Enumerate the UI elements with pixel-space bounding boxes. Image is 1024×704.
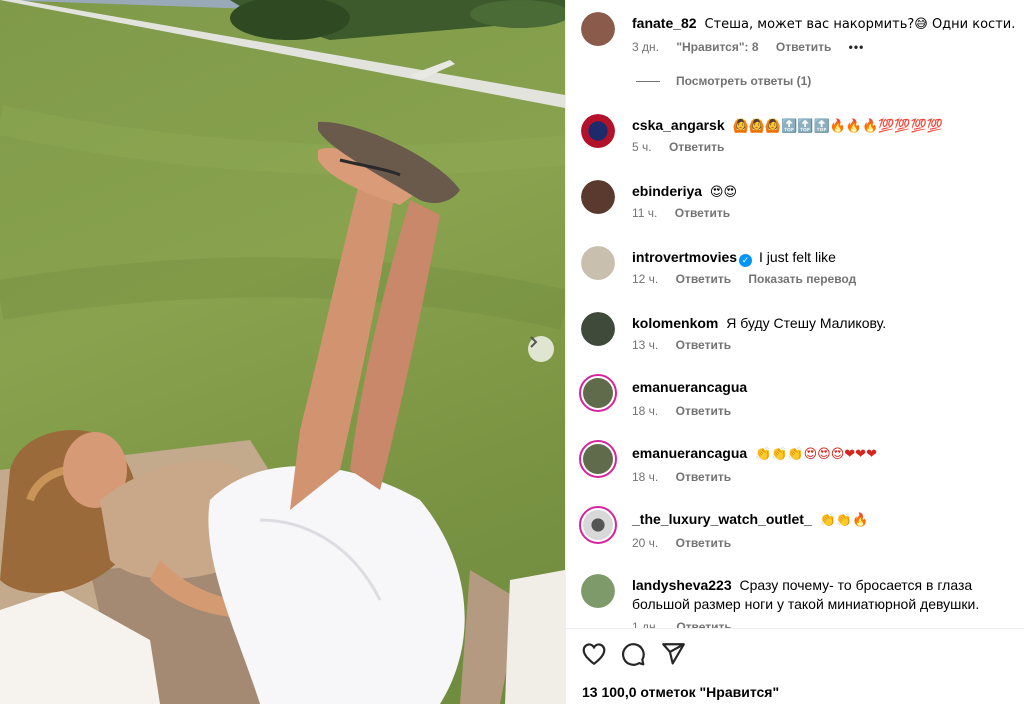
comment-text: Я буду Стешу Маликову. xyxy=(726,315,887,331)
comment-username[interactable]: introvertmovies xyxy=(632,249,737,265)
comment-text: Стеша, может вас накормить?😅 Одни кости. xyxy=(704,17,1016,32)
reply-button[interactable]: Ответить xyxy=(676,620,731,628)
verified-badge-icon: ✓ xyxy=(739,254,753,267)
comment-list[interactable]: fanate_82 Стеша, может вас накормить?😅 О… xyxy=(566,0,1024,628)
share-button[interactable] xyxy=(660,641,688,669)
comment-meta: 1 дн. Ответить xyxy=(632,620,746,628)
like-button[interactable] xyxy=(581,641,609,669)
avatar[interactable] xyxy=(581,574,615,608)
share-icon xyxy=(662,643,685,665)
reply-button[interactable]: Ответить xyxy=(676,338,731,352)
comment-username[interactable]: kolomenkom xyxy=(632,315,718,331)
comment-meta: 3 дн. "Нравится": 8 Ответить ••• xyxy=(632,40,878,54)
avatar[interactable] xyxy=(579,506,617,544)
comment-time: 12 ч. xyxy=(632,272,659,286)
post-photo[interactable] xyxy=(0,0,565,704)
photo-illustration xyxy=(0,0,565,704)
comment-username[interactable]: cska_angarsk xyxy=(632,117,725,133)
reply-button[interactable]: Ответить xyxy=(676,536,731,550)
translate-button[interactable]: Показать перевод xyxy=(748,272,856,286)
comment-time: 5 ч. xyxy=(632,140,652,154)
comment-meta: 18 ч. Ответить xyxy=(632,404,745,418)
reply-button[interactable]: Ответить xyxy=(776,40,831,54)
avatar[interactable] xyxy=(581,114,615,148)
heart-icon xyxy=(582,643,606,666)
avatar[interactable] xyxy=(579,440,617,478)
view-replies-button[interactable]: Посмотреть ответы (1) xyxy=(636,74,811,88)
post-actions-bar: 13 100,0 отметок "Нравится" xyxy=(566,628,1024,704)
comment-text: 😍😍 xyxy=(709,185,738,200)
comment-username[interactable]: landysheva223 xyxy=(632,577,732,593)
comment-time: 11 ч. xyxy=(632,206,658,220)
reply-button[interactable]: Ответить xyxy=(676,470,731,484)
likes-count[interactable]: 13 100,0 отметок "Нравится" xyxy=(582,684,779,700)
comment-meta: 11 ч. Ответить xyxy=(632,206,744,220)
divider-line xyxy=(636,80,660,82)
comment-time: 18 ч. xyxy=(632,404,659,418)
reply-button[interactable]: Ответить xyxy=(676,272,731,286)
view-replies-label: Посмотреть ответы (1) xyxy=(676,74,812,88)
comment-icon xyxy=(622,643,645,666)
reply-button[interactable]: Ответить xyxy=(675,206,730,220)
avatar[interactable] xyxy=(581,246,615,280)
comment-username[interactable]: _the_luxury_watch_outlet_ xyxy=(632,511,812,527)
comments-panel: fanate_82 Стеша, может вас накормить?😅 О… xyxy=(565,0,1024,704)
comment-meta: 5 ч. Ответить xyxy=(632,140,738,154)
avatar[interactable] xyxy=(581,12,615,46)
comment-meta: 13 ч. Ответить xyxy=(632,338,745,352)
avatar[interactable] xyxy=(581,312,615,346)
comment-meta: 12 ч. Ответить Показать перевод xyxy=(632,272,870,286)
comment-username[interactable]: ebinderiya xyxy=(632,183,702,199)
avatar[interactable] xyxy=(579,374,617,412)
chevron-right-icon xyxy=(530,336,538,348)
avatar[interactable] xyxy=(581,180,615,214)
comment-username[interactable]: emanuerancagua xyxy=(632,445,747,461)
more-dots-icon[interactable]: ••• xyxy=(849,40,865,54)
comment-username[interactable]: fanate_82 xyxy=(632,15,697,31)
comment-text: 👏👏🔥 xyxy=(819,513,869,528)
comment-time: 1 дн. xyxy=(632,620,659,628)
comment-likes-count[interactable]: "Нравится": 8 xyxy=(676,40,758,54)
comment-text: 👏👏👏😍😍😍❤❤❤ xyxy=(755,447,877,462)
comment-meta: 20 ч. Ответить xyxy=(632,536,745,550)
comment-button[interactable] xyxy=(620,641,648,669)
comment-text: I just felt like xyxy=(758,249,836,265)
comment-time: 3 дн. xyxy=(632,40,659,54)
next-photo-button[interactable] xyxy=(528,336,554,362)
reply-button[interactable]: Ответить xyxy=(676,404,731,418)
reply-button[interactable]: Ответить xyxy=(669,140,724,154)
comment-text: 🙆🙆🙆🔝🔝🔝🔥🔥🔥💯💯💯💯 xyxy=(732,119,943,134)
comment-time: 18 ч. xyxy=(632,470,659,484)
comment-username[interactable]: emanuerancagua xyxy=(632,379,747,395)
comment-time: 20 ч. xyxy=(632,536,659,550)
comment-time: 13 ч. xyxy=(632,338,659,352)
comment-meta: 18 ч. Ответить xyxy=(632,470,745,484)
